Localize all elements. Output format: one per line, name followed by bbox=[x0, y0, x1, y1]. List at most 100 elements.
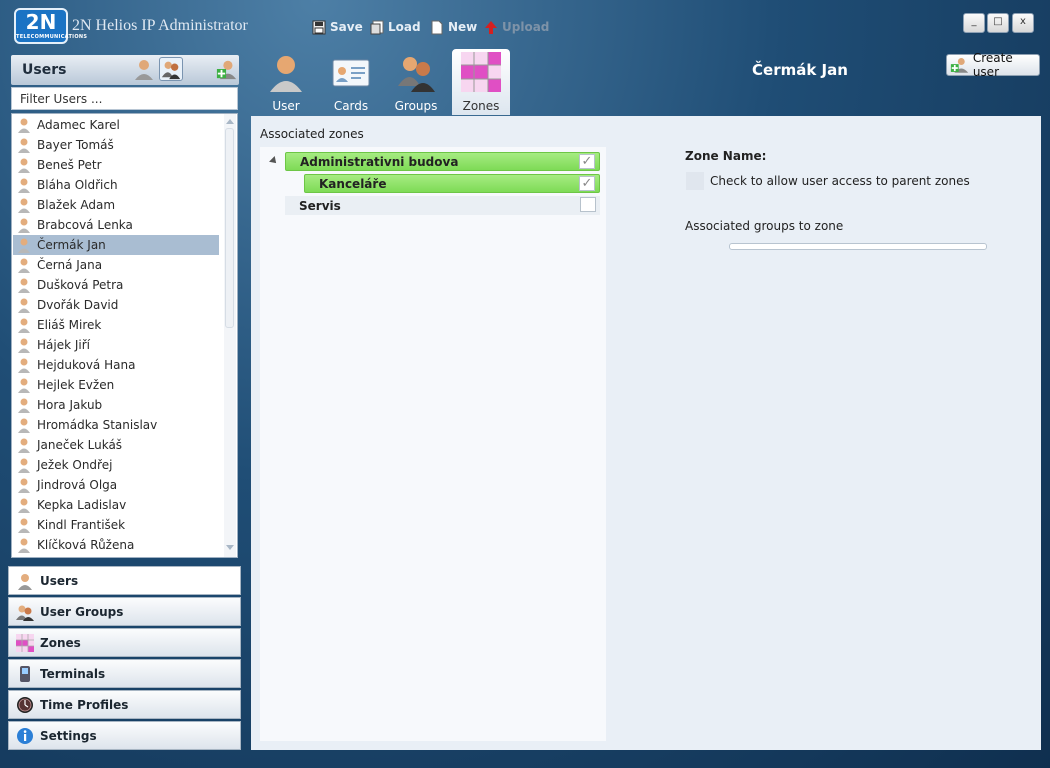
user-list-item[interactable]: Čermák Jan bbox=[13, 235, 219, 255]
user-list-item[interactable]: Eliáš Mirek bbox=[13, 315, 219, 335]
user-icon bbox=[18, 478, 30, 493]
user-list-item[interactable]: Ježek Ondřej bbox=[13, 455, 219, 475]
tab-cards[interactable]: Cards bbox=[322, 49, 380, 115]
user-icon bbox=[18, 218, 30, 233]
user-list-item[interactable]: Blažek Adam bbox=[13, 195, 219, 215]
close-button[interactable]: x bbox=[1012, 13, 1034, 33]
create-user-button[interactable]: Create user bbox=[946, 51, 1040, 79]
user-icon bbox=[18, 438, 30, 453]
maximize-button[interactable]: □ bbox=[987, 13, 1009, 33]
user-list-item[interactable]: Beneš Petr bbox=[13, 155, 219, 175]
user-icon bbox=[18, 158, 30, 173]
add-user-icon bbox=[216, 60, 237, 80]
nav-user-groups[interactable]: User Groups bbox=[8, 597, 241, 626]
associated-zones-label: Associated zones bbox=[260, 127, 364, 141]
user-list-item-label: Ježek Ondřej bbox=[37, 458, 113, 472]
nav-time-profiles[interactable]: Time Profiles bbox=[8, 690, 241, 719]
single-user-view-button[interactable] bbox=[132, 57, 156, 81]
zone-label: Kanceláře bbox=[319, 176, 387, 191]
user-groups-icon bbox=[16, 605, 34, 621]
tab-user[interactable]: User bbox=[257, 49, 315, 115]
zone-checkbox[interactable]: ✓ bbox=[579, 154, 595, 169]
zone-checkbox[interactable]: ✓ bbox=[579, 176, 595, 191]
nav-zones[interactable]: Zones bbox=[8, 628, 241, 657]
nav-label: Zones bbox=[40, 635, 81, 650]
associated-groups-label: Associated groups to zone bbox=[685, 219, 844, 233]
nav-settings[interactable]: Settings bbox=[8, 721, 241, 750]
user-list-item[interactable]: Brabcová Lenka bbox=[13, 215, 219, 235]
add-user-button[interactable] bbox=[216, 58, 238, 80]
selected-user-name: Čermák Jan bbox=[752, 61, 848, 79]
user-icon bbox=[18, 178, 30, 193]
tab-zones[interactable]: Zones bbox=[452, 49, 510, 115]
user-icon bbox=[18, 118, 30, 133]
user-group-icon bbox=[161, 61, 181, 80]
user-list-item[interactable]: Bláha Oldřich bbox=[13, 175, 219, 195]
group-user-view-button[interactable] bbox=[159, 57, 183, 81]
user-list-item[interactable]: Klíčková Růžena bbox=[13, 535, 219, 555]
user-list-item[interactable]: Jindrová Olga bbox=[13, 475, 219, 495]
nav-terminals[interactable]: Terminals bbox=[8, 659, 241, 688]
user-list: Adamec Karel Bayer Tomáš Beneš Petr Bláha O… bbox=[11, 113, 238, 558]
user-icon bbox=[270, 56, 302, 92]
tab-label: Cards bbox=[333, 99, 369, 113]
users-panel-header: Users bbox=[11, 55, 239, 85]
user-list-item[interactable]: Janeček Lukáš bbox=[13, 435, 219, 455]
user-icon bbox=[18, 518, 30, 533]
zone-tree: Administrativni budova ✓ Kanceláře ✓ Servis bbox=[260, 147, 606, 741]
checkmark-icon: ✓ bbox=[581, 154, 593, 169]
terminal-icon bbox=[20, 665, 30, 682]
zones-content-panel: Associated zones Administrativni budova ✓… bbox=[251, 116, 1041, 750]
zone-label: Servis bbox=[299, 198, 341, 213]
user-list-item-label: Adamec Karel bbox=[37, 118, 120, 132]
zone-tree-item[interactable]: Servis bbox=[285, 196, 600, 215]
filter-users-input[interactable] bbox=[11, 87, 238, 110]
nav-label: Settings bbox=[40, 728, 97, 743]
card-icon bbox=[332, 59, 370, 87]
user-list-scroll-thumb[interactable] bbox=[225, 128, 234, 328]
user-list-item[interactable]: Hájek Jiří bbox=[13, 335, 219, 355]
user-list-item[interactable]: Kindl František bbox=[13, 515, 219, 535]
tab-label: User bbox=[272, 99, 300, 113]
parent-access-label: Check to allow user access to parent zon… bbox=[710, 174, 970, 188]
zones-icon bbox=[461, 52, 501, 92]
user-list-item[interactable]: Hejlek Evžen bbox=[13, 375, 219, 395]
user-list-item[interactable]: Hromádka Stanislav bbox=[13, 415, 219, 435]
scroll-up-arrow-icon[interactable] bbox=[226, 119, 234, 124]
nav-label: User Groups bbox=[40, 604, 124, 619]
user-list-item[interactable]: Kepka Ladislav bbox=[13, 495, 219, 515]
load-button[interactable]: Load bbox=[370, 17, 421, 37]
user-list-item-label: Hora Jakub bbox=[37, 398, 103, 412]
user-list-item[interactable]: Dušková Petra bbox=[13, 275, 219, 295]
user-list-item-label: Blažek Adam bbox=[37, 198, 116, 212]
user-list-item[interactable]: Hora Jakub bbox=[13, 395, 219, 415]
user-icon bbox=[135, 60, 153, 80]
collapse-arrow-icon[interactable] bbox=[269, 156, 279, 166]
user-list-item[interactable]: Černá Jana bbox=[13, 255, 219, 275]
nav-users[interactable]: Users bbox=[8, 566, 241, 595]
minimize-button[interactable]: _ bbox=[963, 13, 985, 33]
new-button[interactable]: New bbox=[430, 17, 477, 37]
scroll-down-arrow-icon[interactable] bbox=[226, 545, 234, 550]
user-list-item[interactable]: Bayer Tomáš bbox=[13, 135, 219, 155]
info-icon bbox=[17, 727, 33, 744]
user-list-item-label: Jindrová Olga bbox=[37, 478, 118, 492]
user-list-item[interactable]: Dvořák David bbox=[13, 295, 219, 315]
user-list-item-label: Hejduková Hana bbox=[37, 358, 136, 372]
user-icon bbox=[18, 138, 30, 153]
user-list-item-label: Bláha Oldřich bbox=[37, 178, 118, 192]
zone-tree-item[interactable]: Administrativni budova ✓ bbox=[285, 152, 600, 171]
user-list-item[interactable]: Adamec Karel bbox=[13, 115, 219, 135]
associated-groups-list[interactable] bbox=[729, 243, 987, 250]
tab-groups[interactable]: Groups bbox=[387, 49, 445, 115]
tab-label: Groups bbox=[394, 99, 438, 113]
app-title: 2N Helios IP Administrator bbox=[72, 17, 248, 34]
user-icon bbox=[18, 498, 30, 513]
parent-access-checkbox[interactable] bbox=[686, 172, 704, 190]
user-list-item[interactable]: Hejduková Hana bbox=[13, 355, 219, 375]
upload-button[interactable]: Upload bbox=[484, 17, 549, 37]
zone-tree-item[interactable]: Kanceláře ✓ bbox=[304, 174, 600, 193]
save-button[interactable]: Save bbox=[312, 17, 363, 37]
zone-checkbox[interactable] bbox=[580, 197, 596, 212]
user-icon bbox=[18, 278, 30, 293]
